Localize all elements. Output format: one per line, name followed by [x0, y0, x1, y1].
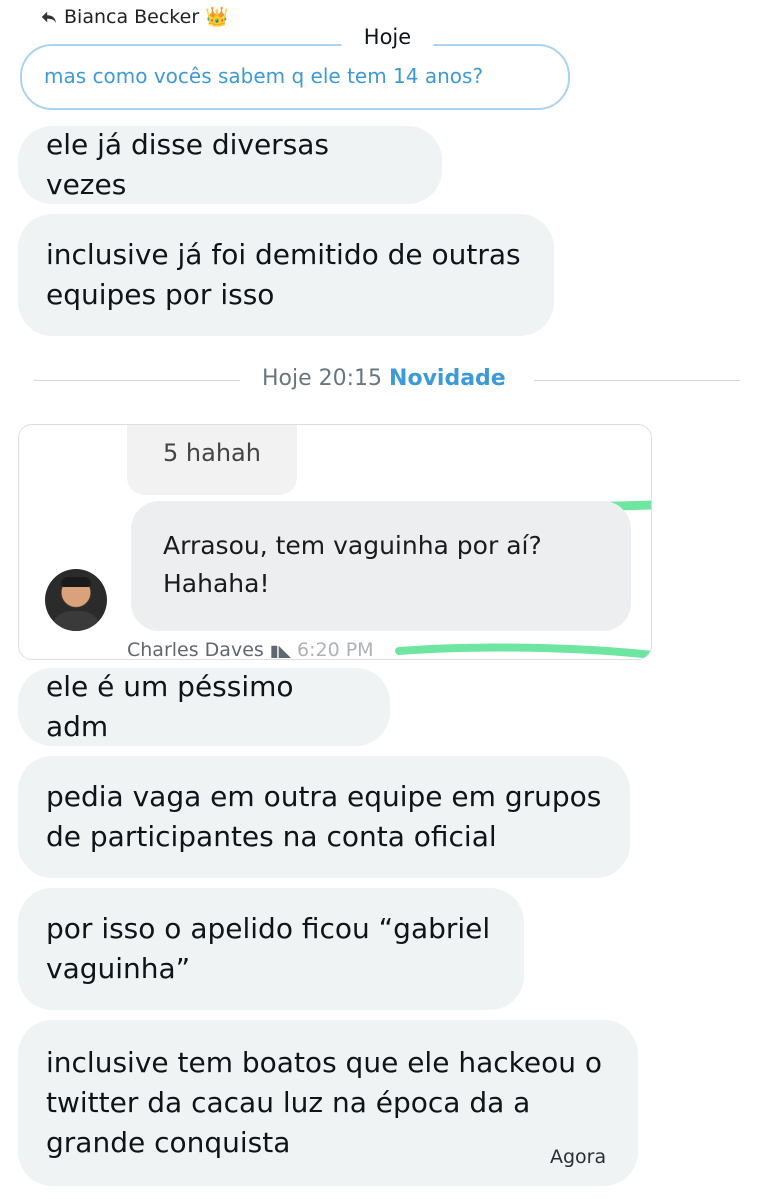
- divider-time: Hoje 20:15: [262, 366, 383, 391]
- message-text: por isso o apelido ficou “gabriel vaguin…: [46, 912, 491, 985]
- message-timestamp: Agora: [550, 1146, 607, 1168]
- embedded-sender-time: 6:20 PM: [296, 639, 374, 660]
- message-bubble[interactable]: pedia vaga em outra equipe em grupos de …: [18, 756, 630, 878]
- avatar: [45, 569, 107, 631]
- new-messages-divider: Hoje 20:15 Novidade: [262, 366, 506, 391]
- reply-sender-name: Bianca Becker: [64, 6, 200, 28]
- divider-line-left: [34, 380, 240, 381]
- quoted-message-text: mas como vocês sabem q ele tem 14 anos?: [44, 64, 484, 88]
- embedded-main-bubble: Arrasou, tem vaguinha por aí? Hahaha!: [131, 501, 631, 631]
- quoted-message[interactable]: mas como vocês sabem q ele tem 14 anos?: [20, 44, 570, 110]
- message-bubble[interactable]: inclusive tem boatos que ele hackeou o t…: [18, 1020, 638, 1186]
- embedded-main-text: Arrasou, tem vaguinha por aí? Hahaha!: [163, 531, 542, 598]
- embedded-screenshot[interactable]: 5 hahah Arrasou, tem vaguinha por aí? Ha…: [18, 424, 652, 660]
- divider-new-label: Novidade: [389, 366, 506, 391]
- message-bubble[interactable]: inclusive já foi demitido de outras equi…: [18, 214, 554, 336]
- computer-icon: ▮◣: [269, 641, 291, 660]
- date-pill: Hoje: [340, 14, 435, 60]
- message-bubble[interactable]: ele é um péssimo adm: [18, 668, 390, 746]
- reply-header: Bianca Becker 👑: [40, 6, 229, 28]
- divider-line-right: [534, 380, 740, 381]
- message-text: inclusive tem boatos que ele hackeou o t…: [46, 1046, 602, 1159]
- embedded-sender-line: Charles Daves ▮◣ 6:20 PM: [127, 639, 374, 660]
- message-bubble[interactable]: ele já disse diversas vezes: [18, 126, 442, 204]
- crown-emoji: 👑: [205, 5, 229, 28]
- message-text: ele é um péssimo adm: [46, 670, 294, 743]
- message-text: inclusive já foi demitido de outras equi…: [46, 238, 521, 311]
- message-text: pedia vaga em outra equipe em grupos de …: [46, 780, 602, 853]
- embedded-sender-name: Charles Daves: [127, 639, 264, 660]
- message-bubble[interactable]: por isso o apelido ficou “gabriel vaguin…: [18, 888, 524, 1010]
- reply-arrow-icon: [41, 11, 57, 24]
- message-text: ele já disse diversas vezes: [46, 128, 330, 201]
